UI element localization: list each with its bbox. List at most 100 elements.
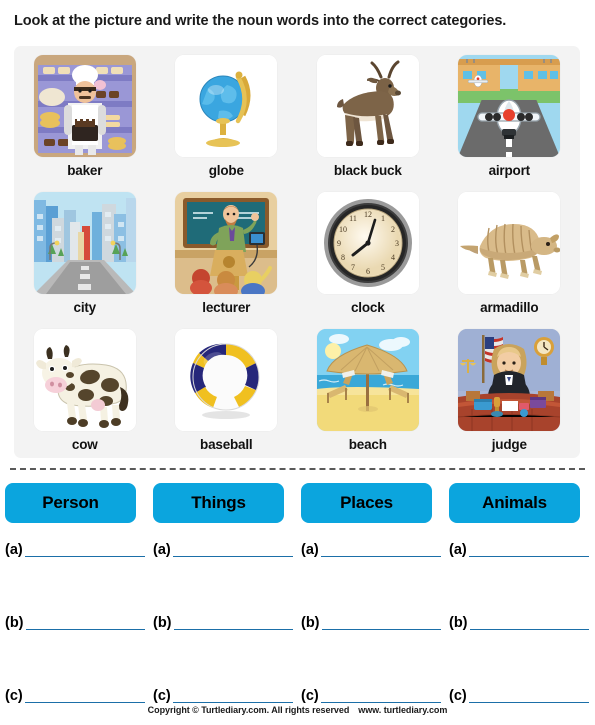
answer-blank-line[interactable] xyxy=(25,629,145,630)
svg-text:5: 5 xyxy=(381,263,385,272)
category-header-row: Person Things Places Animals xyxy=(0,483,595,525)
category-button-things[interactable]: Things xyxy=(153,483,284,523)
city-illustration xyxy=(33,192,136,294)
website-text: www. turtlediary.com xyxy=(358,705,448,715)
svg-text:11: 11 xyxy=(349,214,357,223)
answer-marker: (a) xyxy=(449,541,467,558)
answer-row[interactable]: (c) xyxy=(301,682,441,704)
picture-label: clock xyxy=(350,300,385,315)
picture-cell[interactable]: black buck xyxy=(297,46,439,183)
answer-row[interactable]: (a) xyxy=(5,536,145,558)
picture-label: baker xyxy=(67,163,103,178)
answer-row[interactable]: (b) xyxy=(153,609,293,631)
picture-label: black buck xyxy=(333,163,402,178)
page-title: Look at the picture and write the noun w… xyxy=(14,13,507,29)
answer-blank-line[interactable] xyxy=(172,702,293,703)
answer-blank-line[interactable] xyxy=(24,556,145,557)
answer-blank-line[interactable] xyxy=(320,556,441,557)
judge-illustration xyxy=(458,329,561,431)
picture-label: airport xyxy=(488,163,531,178)
answer-blank-line[interactable] xyxy=(172,556,293,557)
answer-column-person: (a) (b) (c) xyxy=(5,536,145,704)
lecturer-illustration xyxy=(175,192,278,294)
answer-blank-line[interactable] xyxy=(24,702,145,703)
picture-cell[interactable]: airport xyxy=(439,46,581,183)
picture-label: lecturer xyxy=(202,300,251,315)
answer-marker: (c) xyxy=(301,687,319,704)
svg-text:7: 7 xyxy=(351,263,355,272)
answer-marker: (a) xyxy=(5,541,23,558)
picture-label: beach xyxy=(348,437,387,452)
answer-area: (a) (b) (c) (a) (b) (c) (a) (b) (c) (a) … xyxy=(0,536,595,703)
beach-illustration xyxy=(316,329,419,431)
picture-cell[interactable]: judge xyxy=(439,320,581,457)
answer-marker: (c) xyxy=(449,687,467,704)
category-button-places[interactable]: Places xyxy=(301,483,432,523)
picture-cell[interactable]: armadillo xyxy=(439,183,581,320)
clock-illustration: 12 1 2 345 678 9 10 11 xyxy=(316,192,419,294)
cow-illustration xyxy=(33,329,136,431)
picture-label: armadillo xyxy=(480,300,539,315)
answer-blank-line[interactable] xyxy=(173,629,293,630)
answer-marker: (b) xyxy=(153,614,172,631)
picture-cell[interactable]: baker xyxy=(14,46,156,183)
copyright-text: Copyright © Turtlediary.com. All rights … xyxy=(147,705,350,715)
picture-cell[interactable]: baseball xyxy=(156,320,298,457)
globe-illustration xyxy=(175,55,278,157)
answer-blank-line[interactable] xyxy=(469,629,589,630)
svg-text:4: 4 xyxy=(391,253,395,262)
baker-illustration xyxy=(33,55,136,157)
section-divider xyxy=(10,468,585,470)
answer-row[interactable]: (c) xyxy=(449,682,589,704)
svg-text:1: 1 xyxy=(381,214,385,223)
answer-blank-line[interactable] xyxy=(468,702,589,703)
answer-marker: (b) xyxy=(301,614,320,631)
picture-cell[interactable]: lecturer xyxy=(156,183,298,320)
category-column-places: Places xyxy=(301,483,432,523)
answer-row[interactable]: (c) xyxy=(153,682,293,704)
answer-marker: (b) xyxy=(5,614,24,631)
picture-cell[interactable]: beach xyxy=(297,320,439,457)
picture-label: judge xyxy=(491,437,527,452)
picture-label: city xyxy=(73,300,97,315)
baseball-illustration xyxy=(175,329,278,431)
svg-text:8: 8 xyxy=(341,253,345,262)
picture-label: cow xyxy=(71,437,98,452)
answer-row[interactable]: (b) xyxy=(301,609,441,631)
category-column-animals: Animals xyxy=(449,483,580,523)
answer-marker: (c) xyxy=(153,687,171,704)
picture-grid: baker globe black buck airport city lect… xyxy=(14,46,580,457)
answer-row[interactable]: (a) xyxy=(301,536,441,558)
armadillo-illustration xyxy=(458,192,561,294)
svg-text:9: 9 xyxy=(337,239,341,248)
answer-blank-line[interactable] xyxy=(468,556,589,557)
answer-column-places: (a) (b) (c) xyxy=(301,536,441,704)
picture-cell[interactable]: cow xyxy=(14,320,156,457)
answer-row[interactable]: (b) xyxy=(5,609,145,631)
category-button-animals[interactable]: Animals xyxy=(449,483,580,523)
airport-illustration xyxy=(458,55,561,157)
answer-row[interactable]: (a) xyxy=(449,536,589,558)
svg-text:6: 6 xyxy=(366,267,370,276)
picture-panel: baker globe black buck airport city lect… xyxy=(14,46,580,458)
footer: Copyright © Turtlediary.com. All rights … xyxy=(0,705,595,715)
answer-blank-line[interactable] xyxy=(320,702,441,703)
picture-cell[interactable]: 12 1 2 345 678 9 10 11 clock xyxy=(297,183,439,320)
picture-cell[interactable]: globe xyxy=(156,46,298,183)
black-buck-illustration xyxy=(316,55,419,157)
svg-text:10: 10 xyxy=(339,225,347,234)
answer-marker: (a) xyxy=(301,541,319,558)
answer-row[interactable]: (a) xyxy=(153,536,293,558)
answer-marker: (b) xyxy=(449,614,468,631)
answer-column-animals: (a) (b) (c) xyxy=(449,536,589,704)
answer-row[interactable]: (c) xyxy=(5,682,145,704)
answer-marker: (a) xyxy=(153,541,171,558)
svg-text:3: 3 xyxy=(395,239,399,248)
answer-row[interactable]: (b) xyxy=(449,609,589,631)
category-column-person: Person xyxy=(5,483,136,523)
svg-text:2: 2 xyxy=(391,225,395,234)
answer-marker: (c) xyxy=(5,687,23,704)
category-button-person[interactable]: Person xyxy=(5,483,136,523)
picture-cell[interactable]: city xyxy=(14,183,156,320)
answer-blank-line[interactable] xyxy=(321,629,441,630)
